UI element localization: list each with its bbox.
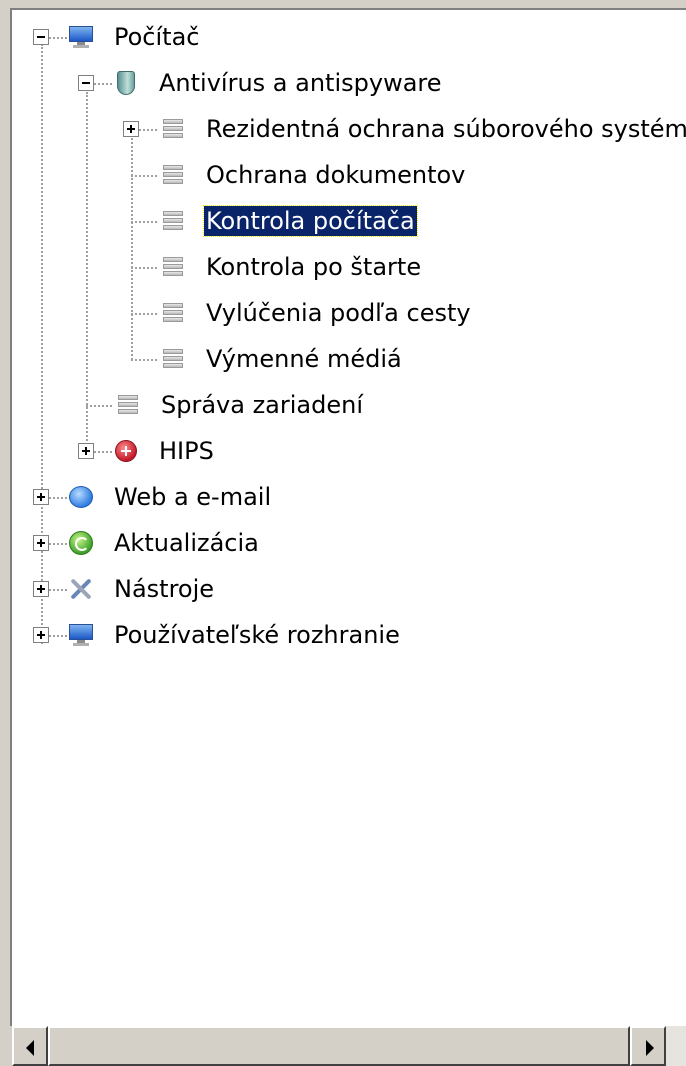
hips-icon	[113, 438, 139, 464]
tree-line	[131, 175, 157, 177]
tools-icon	[68, 576, 94, 602]
arrow-right-icon	[646, 1040, 654, 1056]
update-icon	[68, 530, 94, 556]
expand-toggle[interactable]	[123, 121, 139, 137]
expand-toggle[interactable]	[33, 489, 49, 505]
tree-item-sprava-zariadeni[interactable]: Správa zariadení	[161, 390, 363, 420]
tree-line	[131, 267, 157, 269]
tree-item-antivirus[interactable]: Antivírus a antispyware	[159, 68, 442, 98]
list-icon	[160, 208, 186, 234]
horizontal-scrollbar[interactable]	[12, 1026, 686, 1066]
settings-panel: Počítač Antivírus a antispyware Rezident…	[0, 0, 686, 1066]
list-icon	[160, 346, 186, 372]
scroll-left-button[interactable]	[12, 1026, 48, 1066]
tree-line	[139, 129, 157, 131]
tree-line	[131, 221, 157, 223]
tree-item-hips[interactable]: HIPS	[159, 436, 214, 466]
tree-line	[131, 313, 157, 315]
list-icon	[160, 116, 186, 142]
scroll-right-button[interactable]	[630, 1026, 666, 1066]
tree-line	[49, 37, 67, 39]
tree-item-web-email[interactable]: Web a e-mail	[114, 482, 271, 512]
tree-item-pouzivatelske-rozhranie[interactable]: Používateľské rozhranie	[114, 620, 400, 650]
expand-toggle[interactable]	[78, 443, 94, 459]
tree-line	[86, 92, 88, 452]
collapse-toggle[interactable]	[33, 29, 49, 45]
tree-line	[94, 451, 112, 453]
tree-item-rezidentna[interactable]: Rezidentná ochrana súborového systému	[206, 114, 686, 144]
tree-item-vymenne-media[interactable]: Výmenné médiá	[206, 344, 402, 374]
scrollbar-thumb[interactable]	[48, 1026, 630, 1066]
tree-item-pocitac[interactable]: Počítač	[114, 22, 199, 52]
tree-line	[49, 497, 67, 499]
list-icon	[160, 162, 186, 188]
tree-line	[86, 405, 112, 407]
collapse-toggle[interactable]	[78, 75, 94, 91]
expand-toggle[interactable]	[33, 581, 49, 597]
tree-line	[131, 138, 133, 360]
tree-line	[94, 83, 112, 85]
settings-tree[interactable]: Počítač Antivírus a antispyware Rezident…	[10, 8, 686, 1026]
monitor-icon	[68, 24, 94, 50]
tree-item-kontrola-pocitaca[interactable]: Kontrola počítača	[203, 205, 418, 237]
tree-item-nastroje[interactable]: Nástroje	[114, 574, 214, 604]
tree-line	[131, 359, 157, 361]
tree-item-aktualizacia[interactable]: Aktualizácia	[114, 528, 259, 558]
expand-toggle[interactable]	[33, 535, 49, 551]
tree-line	[49, 635, 67, 637]
tree-item-ochrana-dokumentov[interactable]: Ochrana dokumentov	[206, 160, 465, 190]
globe-icon	[68, 484, 94, 510]
shield-icon	[113, 70, 139, 96]
tree-line	[49, 589, 67, 591]
tree-item-vylucenia[interactable]: Vylúčenia podľa cesty	[206, 298, 471, 328]
tree-line	[49, 543, 67, 545]
tree-item-kontrola-po-starte[interactable]: Kontrola po štarte	[206, 252, 421, 282]
arrow-left-icon	[26, 1040, 34, 1056]
list-icon	[160, 254, 186, 280]
monitor-icon	[68, 622, 94, 648]
tree-line	[41, 44, 43, 644]
list-icon	[160, 300, 186, 326]
list-icon	[115, 392, 141, 418]
expand-toggle[interactable]	[33, 627, 49, 643]
